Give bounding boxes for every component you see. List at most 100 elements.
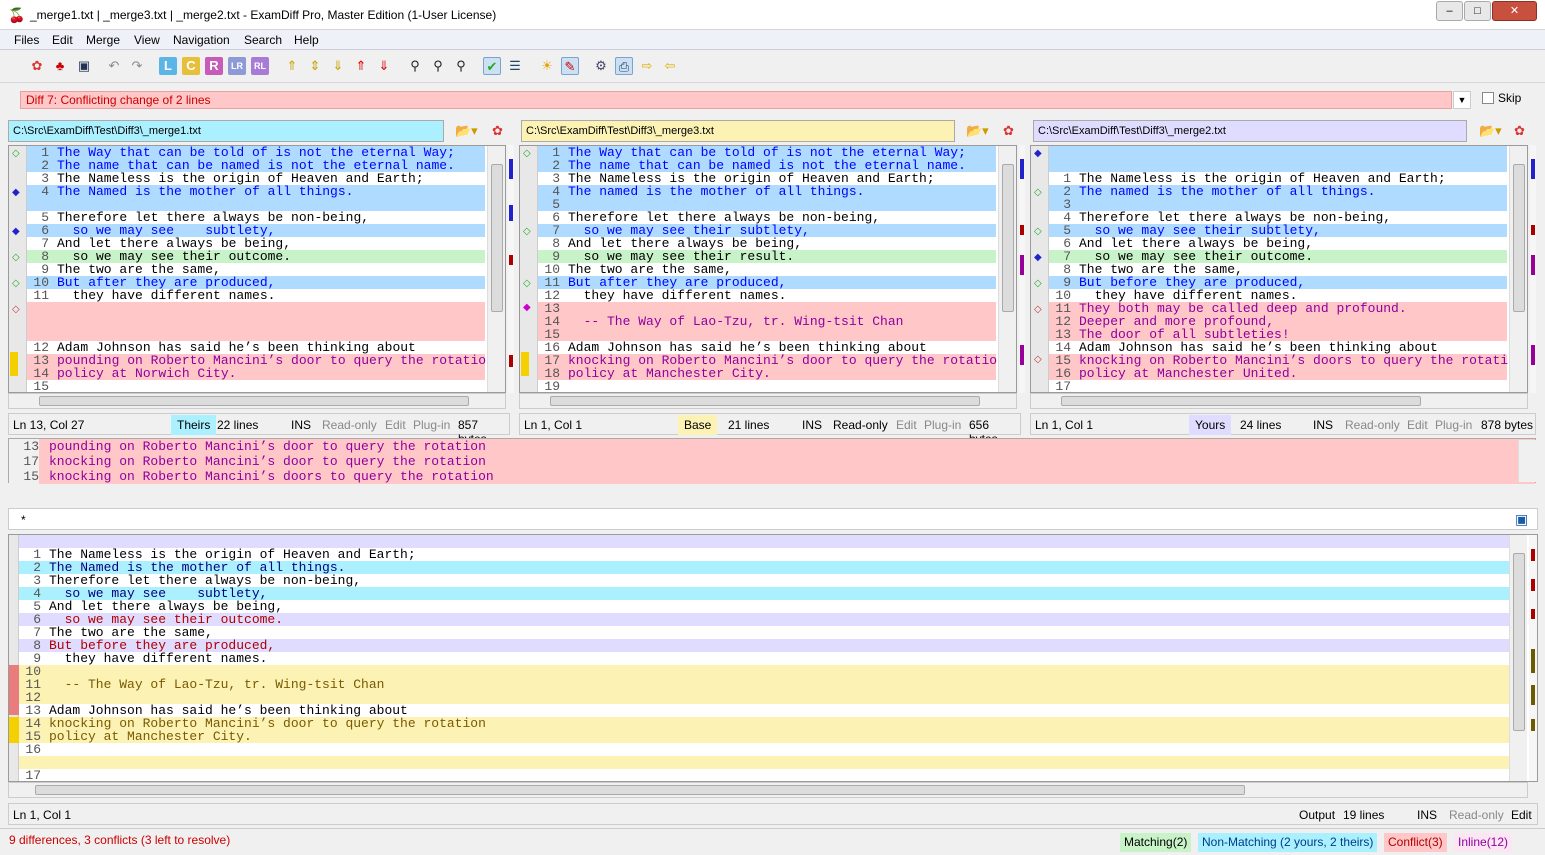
pane-yours-open-icon[interactable]: 📂▾ [1479,123,1502,139]
line-comparison-panel[interactable]: 13 pounding on Roberto Mancini’s door to … [8,438,1536,484]
maximize-button[interactable]: □ [1464,1,1491,21]
next-diff-icon[interactable]: ⇓ [329,57,347,75]
undo-icon[interactable]: ↶ [105,57,123,75]
overview-marker [1020,255,1024,275]
menu-files[interactable]: Files [14,33,39,47]
match-marker-icon: ◇ [12,278,20,289]
minimize-button[interactable]: – [1436,1,1463,21]
pane-base-overview[interactable] [1019,145,1025,393]
pane-theirs-path[interactable]: C:\Src\ExamDiff\Test\Diff3\_merge1.txt [8,120,444,142]
pane-theirs-compare-icon[interactable]: ✿ [492,123,503,139]
overview-marker [1531,345,1535,365]
pane-yours-overview[interactable] [1530,145,1536,393]
output-overview[interactable] [1529,535,1537,781]
pane-yours-vscrollbar[interactable] [1509,146,1527,392]
scroll-thumb[interactable] [35,785,1245,795]
scroll-thumb[interactable] [39,396,469,406]
menu-search[interactable]: Search [244,33,282,47]
redo-icon[interactable]: ↷ [128,57,146,75]
skip-checkbox[interactable]: Skip [1482,91,1521,105]
check-icon[interactable]: ✔ [483,57,501,75]
diff-dropdown-chevron-down-icon[interactable]: ▼ [1453,91,1471,109]
scroll-thumb[interactable] [1002,164,1014,312]
take-right-left-icon[interactable]: RL [251,57,269,75]
compare-line-base: 17 knocking on Roberto Mancini’s door to … [9,454,1535,469]
output-tab[interactable]: * [21,513,26,527]
view-options-icon[interactable]: ☰ [506,57,524,75]
pane-theirs-open-icon[interactable]: 📂▾ [455,123,478,139]
pane-base-code[interactable]: 1 The Way that can be told of is not the … [538,146,997,393]
pane-theirs-editor[interactable]: ◇ ◆ ◆ ◇ ◇ ◇ 1 The Way that can be told of… [8,145,506,393]
pane-base-hscrollbar[interactable] [519,393,1017,409]
print-icon[interactable]: ⎙ [615,57,633,75]
pane-yours-code[interactable]: 1 The Nameless is the origin of Heaven an… [1049,146,1508,392]
menu-merge[interactable]: Merge [86,33,120,47]
take-right-icon[interactable]: R [205,57,223,75]
match-marker-icon: ◇ [12,252,20,263]
overview-marker [1531,685,1535,705]
pane-theirs-overview[interactable] [508,145,514,393]
menu-help[interactable]: Help [294,33,319,47]
pane-base-editor[interactable]: ◇ ◇ ◇ ◆ 1 The Way that can be told of is … [519,145,1017,393]
pane-base-path[interactable]: C:\Src\ExamDiff\Test\Diff3\_merge3.txt [521,120,955,142]
legend-inline[interactable]: Inline(12) [1454,833,1513,852]
edit-options-icon[interactable]: ✎ [561,57,579,75]
skip-checkbox-box[interactable] [1482,92,1494,104]
save-icon[interactable]: ▣ [75,57,93,75]
close-button[interactable]: ✕ [1492,1,1537,21]
diff-description-bar[interactable]: Diff 7: Conflicting change of 2 lines [20,91,1452,109]
output-vscrollbar[interactable] [1509,535,1527,781]
output-gutter [9,535,19,781]
pane-yours-path[interactable]: C:\Src\ExamDiff\Test\Diff3\_merge2.txt [1033,120,1467,142]
toolbar: ✿ ♣ ▣ ↶ ↷ L C R LR RL ⇑ ⇕ ⇓ ⇑ ⇓ ⚲ ⚲ ⚲ ✔ … [0,51,1545,83]
menu-edit[interactable]: Edit [52,33,73,47]
output-hscrollbar[interactable] [8,782,1528,798]
take-left-icon[interactable]: L [159,57,177,75]
scroll-thumb[interactable] [1513,164,1525,312]
next-conflict-icon[interactable]: ⇓ [375,57,393,75]
menu-navigation[interactable]: Navigation [173,33,230,47]
pane-yours-hscrollbar[interactable] [1030,393,1528,409]
pane-yours-editor[interactable]: ◆ ◇ ◇ ◆ ◇ ◇ ◇ 1 The Nameless is the origi… [1030,145,1528,393]
change-marker-icon: ◆ [12,226,20,237]
compare-icon[interactable]: ✿ [28,57,46,75]
change-marker-icon: ◆ [12,187,20,198]
pane-base-compare-icon[interactable]: ✿ [1003,123,1014,139]
scroll-thumb[interactable] [1513,553,1525,731]
recompare-icon[interactable]: ♣ [51,57,69,75]
output-code[interactable]: 1 The Nameless is the origin of Heaven an… [19,535,1517,781]
scroll-thumb[interactable] [1061,396,1421,406]
find-icon[interactable]: ⚲ [406,57,424,75]
first-diff-icon[interactable]: ⇑ [283,57,301,75]
overview-marker [1531,649,1535,673]
edit-indicator: Edit [385,418,406,432]
forward-icon[interactable]: ⇨ [638,57,656,75]
find-next-icon[interactable]: ⚲ [429,57,447,75]
change-marker-icon: ◆ [1034,252,1042,263]
prev-conflict-icon[interactable]: ⇑ [352,57,370,75]
line-comparison-scrollbar[interactable] [1518,440,1536,482]
legend-nonmatching[interactable]: Non-Matching (2 yours, 2 theirs) [1198,833,1378,852]
settings-icon[interactable]: ☀ [538,57,556,75]
legend-matching[interactable]: Matching(2) [1120,833,1192,852]
take-left-right-icon[interactable]: LR [228,57,246,75]
legend-conflict[interactable]: Conflict(3) [1384,833,1447,852]
output-editor[interactable]: 1 The Nameless is the origin of Heaven an… [8,534,1538,782]
output-save-icon[interactable]: ▣ [1515,511,1528,528]
pane-theirs-vscrollbar[interactable] [487,146,505,392]
back-icon[interactable]: ⇦ [661,57,679,75]
pane-base-vscrollbar[interactable] [998,146,1016,392]
plugins-icon[interactable]: ⚙ [592,57,610,75]
find-prev-icon[interactable]: ⚲ [452,57,470,75]
code-line: 19 [544,379,560,393]
scroll-thumb[interactable] [491,164,503,312]
pane-yours-compare-icon[interactable]: ✿ [1514,123,1525,139]
pane-theirs-hscrollbar[interactable] [8,393,506,409]
summary-status-bar: 9 differences, 3 conflicts (3 left to re… [0,828,1545,852]
current-diff-icon[interactable]: ⇕ [306,57,324,75]
menu-view[interactable]: View [134,33,160,47]
take-center-icon[interactable]: C [182,57,200,75]
pane-base-open-icon[interactable]: 📂▾ [966,123,989,139]
pane-theirs-code[interactable]: 1 The Way that can be told of is not the … [27,146,486,392]
scroll-thumb[interactable] [550,396,980,406]
